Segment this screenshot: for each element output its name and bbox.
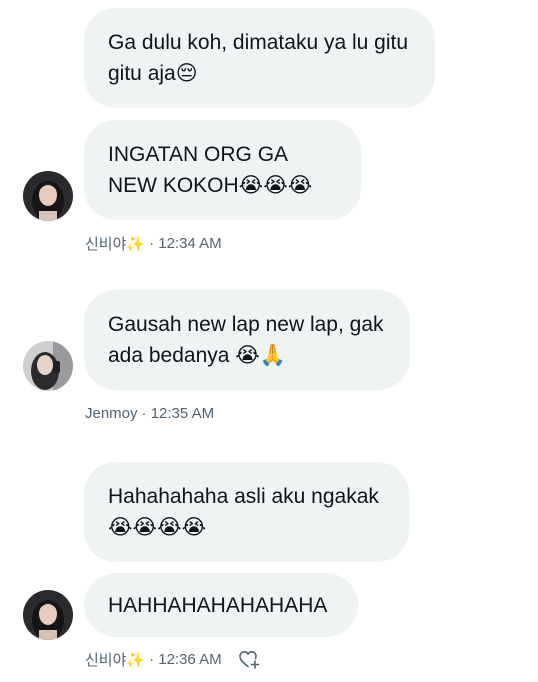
avatar-image (23, 171, 73, 221)
timestamp: · 12:34 AM (149, 234, 222, 252)
sender-name[interactable]: 신비야✨ (85, 649, 145, 670)
message-text: HAHHAHAHAHAHAHA (108, 593, 328, 617)
avatar[interactable] (23, 590, 73, 640)
avatar-image (23, 590, 73, 640)
message-meta: 신비야✨ · 12:34 AM (85, 233, 222, 253)
heart-plus-icon[interactable] (238, 649, 260, 669)
message-meta: Jenmoy · 12:35 AM (85, 403, 214, 423)
avatar[interactable] (23, 171, 73, 221)
sender-name[interactable]: Jenmoy (85, 405, 138, 422)
timestamp: · 12:36 AM (149, 650, 222, 668)
message-bubble[interactable]: Ga dulu koh, dimataku ya lu gitu gitu aj… (84, 8, 435, 108)
avatar[interactable] (23, 341, 73, 391)
message-text: Ga dulu koh, dimataku ya lu gitu gitu aj… (108, 31, 414, 85)
timestamp: · 12:35 AM (141, 404, 215, 422)
message-bubble[interactable]: Gausah new lap new lap, gak ada bedanya … (84, 290, 410, 390)
avatar-image (23, 341, 73, 391)
message-text: Hahahahaha asli aku ngakak 😭😭😭😭 (108, 485, 385, 539)
message-bubble[interactable]: HAHHAHAHAHAHAHA (84, 573, 358, 637)
message-bubble[interactable]: INGATAN ORG GA NEW KOKOH😭😭😭 (84, 120, 361, 220)
message-text: INGATAN ORG GA NEW KOKOH😭😭😭 (108, 143, 313, 197)
message-bubble[interactable]: Hahahahaha asli aku ngakak 😭😭😭😭 (84, 462, 409, 562)
message-text: Gausah new lap new lap, gak ada bedanya … (108, 313, 390, 367)
sender-name[interactable]: 신비야✨ (85, 233, 145, 254)
message-meta: 신비야✨ · 12:36 AM (85, 649, 260, 669)
